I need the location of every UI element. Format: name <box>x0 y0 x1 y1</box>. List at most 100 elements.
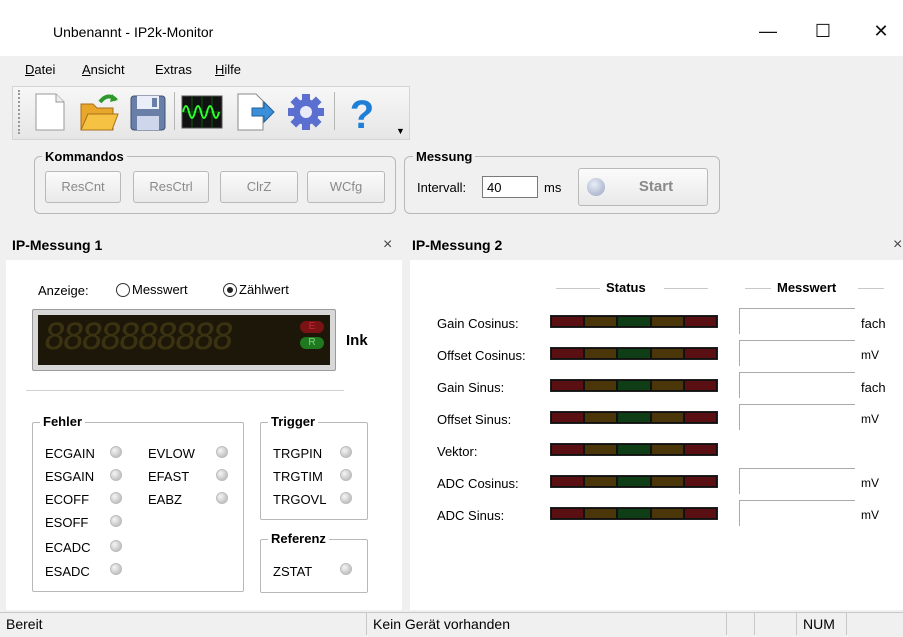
status-led <box>110 515 122 527</box>
row-label: Offset Sinus: <box>437 412 512 427</box>
fehler-item: EFAST <box>148 469 190 484</box>
status-led <box>340 492 352 504</box>
status-led <box>216 492 228 504</box>
header-rule <box>858 288 884 289</box>
row-unit: fach <box>861 380 886 395</box>
radio-messwert[interactable]: Messwert <box>116 282 188 297</box>
header-rule <box>745 288 771 289</box>
fehler-item: ESGAIN <box>45 469 95 484</box>
check-icon <box>587 178 605 196</box>
clrz-button[interactable]: ClrZ <box>220 171 298 203</box>
status-bar-meter <box>550 411 718 424</box>
menu-ansicht[interactable]: Ansicht <box>82 62 125 77</box>
messung-label: Messung <box>413 149 476 164</box>
fehler-label: Fehler <box>40 414 86 429</box>
status-cell <box>754 612 796 635</box>
resctrl-button[interactable]: ResCtrl <box>133 171 209 203</box>
referenz-label: Referenz <box>268 531 329 546</box>
status-bar-meter <box>550 347 718 360</box>
row-label: Gain Cosinus: <box>437 316 519 331</box>
fehler-item: EVLOW <box>148 446 195 461</box>
close-window-button[interactable]: ✕ <box>858 16 903 46</box>
header-rule <box>664 288 708 289</box>
radio-messwert-label: Messwert <box>132 282 188 297</box>
start-button-label: Start <box>638 178 674 195</box>
status-cell <box>846 612 903 635</box>
row-unit: mV <box>861 412 879 426</box>
toolbar-grip[interactable] <box>18 90 20 134</box>
radio-zaehlwert-label: Zählwert <box>239 282 289 297</box>
row-label: Vektor: <box>437 444 478 459</box>
lcd-digits: 8888888888 <box>41 317 234 358</box>
header-rule <box>556 288 600 289</box>
interval-label: Intervall: <box>417 180 467 195</box>
open-folder-icon[interactable] <box>78 90 119 134</box>
anzeige-label: Anzeige: <box>38 283 89 298</box>
row-label: ADC Cosinus: <box>437 476 519 491</box>
new-document-icon[interactable] <box>30 90 70 134</box>
rescnt-button[interactable]: ResCnt <box>45 171 121 203</box>
panel-splitter[interactable] <box>402 230 408 612</box>
value-field[interactable] <box>739 468 855 494</box>
row-label: ADC Sinus: <box>437 508 505 523</box>
trigger-label: Trigger <box>268 414 319 429</box>
status-led <box>216 469 228 481</box>
menu-extras[interactable]: Extras <box>155 62 192 77</box>
interval-input[interactable]: 40 <box>482 176 538 198</box>
panel1-header: IP-Messung 1 <box>0 230 404 260</box>
toolbar-separator <box>334 92 335 130</box>
panel1-title: IP-Messung 1 <box>12 237 103 253</box>
oscilloscope-icon[interactable] <box>180 90 223 134</box>
radio-zaehlwert[interactable]: Zählwert <box>223 282 289 297</box>
row-unit: fach <box>861 316 886 331</box>
status-led <box>110 469 122 481</box>
toolbar-overflow-icon[interactable]: ▼ <box>396 126 405 136</box>
row-unit: mV <box>861 476 879 490</box>
value-field[interactable] <box>739 340 855 366</box>
window-title: Unbenannt - IP2k-Monitor <box>53 24 214 40</box>
value-field[interactable] <box>739 404 855 430</box>
help-question-icon[interactable]: ? <box>342 90 382 137</box>
status-num: NUM <box>796 612 846 635</box>
status-cell <box>726 612 754 635</box>
value-field[interactable] <box>739 500 855 526</box>
menu-hilfe[interactable]: Hilfe <box>215 62 241 77</box>
status-text-left: Bereit <box>6 616 43 632</box>
panel2-title: IP-Messung 2 <box>412 237 503 253</box>
maximize-button[interactable]: ☐ <box>800 16 846 46</box>
row-unit: mV <box>861 508 879 522</box>
value-field[interactable] <box>739 308 855 334</box>
messwert-header: Messwert <box>777 280 837 295</box>
wcfg-button[interactable]: WCfg <box>307 171 385 203</box>
status-text-device: Kein Gerät vorhanden <box>366 612 726 635</box>
panel2-close-icon[interactable]: × <box>893 236 902 254</box>
menu-datei[interactable]: Datei <box>25 62 55 77</box>
value-field[interactable] <box>739 372 855 398</box>
row-unit: mV <box>861 348 879 362</box>
indicator-r: R <box>300 337 324 349</box>
panel1-close-icon[interactable]: × <box>383 236 392 254</box>
save-disk-icon[interactable] <box>128 90 168 134</box>
status-led <box>110 492 122 504</box>
referenz-item: ZSTAT <box>273 564 313 579</box>
status-bar-meter <box>550 379 718 392</box>
status-led <box>216 446 228 458</box>
status-led <box>340 469 352 481</box>
export-document-icon[interactable] <box>232 90 275 134</box>
row-label: Gain Sinus: <box>437 380 505 395</box>
status-bar-meter <box>550 443 718 456</box>
fehler-item: ESOFF <box>45 515 89 530</box>
fehler-item: ECADC <box>45 540 91 555</box>
status-led <box>110 540 122 552</box>
row-label: Offset Cosinus: <box>437 348 526 363</box>
svg-text:?: ? <box>350 93 374 134</box>
start-button[interactable]: Start <box>578 168 708 206</box>
status-header: Status <box>606 280 646 295</box>
status-bar-meter <box>550 507 718 520</box>
interval-unit: ms <box>544 180 562 195</box>
settings-gear-icon[interactable] <box>284 90 324 134</box>
fehler-item: EABZ <box>148 492 182 507</box>
kommandos-label: Kommandos <box>42 149 127 164</box>
minimize-button[interactable]: — <box>745 16 791 46</box>
radio-circle <box>116 283 130 297</box>
